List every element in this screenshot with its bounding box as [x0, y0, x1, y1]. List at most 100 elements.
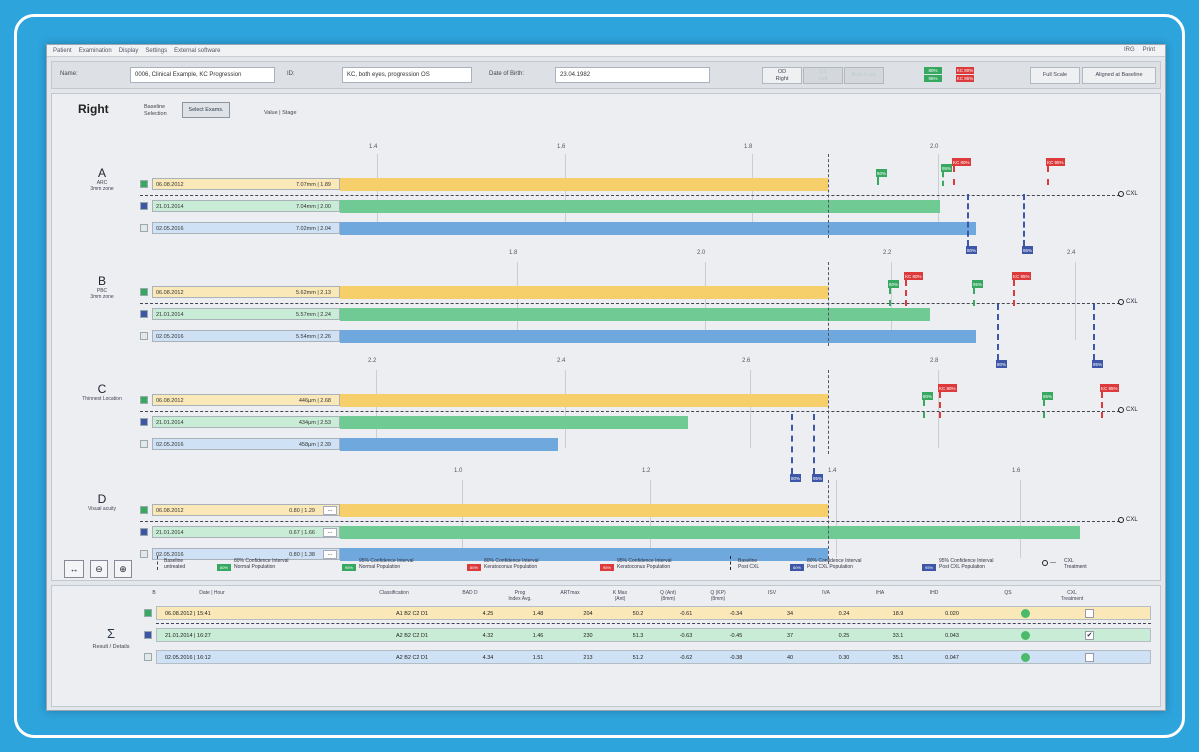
baseline-checkbox[interactable] — [140, 506, 148, 514]
confidence-flag-r80: KC 80% — [952, 158, 971, 166]
legend-swatch-95-normal: 95% — [342, 564, 356, 571]
mini-flag-red-80: KC 80% — [956, 67, 974, 74]
cxl-label: CXL — [1126, 517, 1138, 523]
table-row[interactable]: 21.01.2014 | 16:27 A2 B2 C2 D1 4.32 1.46 230… — [156, 628, 1151, 642]
exam-row-label: 02.05.2016 458µm | 2.39 — [152, 438, 340, 450]
baseline-checkbox[interactable] — [140, 396, 148, 404]
both-eyes-button[interactable]: Both Eyes — [844, 67, 884, 84]
exam-row-label: 06.08.2012 5.62mm | 2.13 — [152, 286, 340, 298]
confidence-flag-pole — [1043, 400, 1045, 418]
baseline-checkbox[interactable] — [140, 310, 148, 318]
menu-external-software[interactable]: External software — [174, 48, 220, 54]
dob-field[interactable]: 23.04.1982 — [555, 67, 710, 83]
od-right-button[interactable]: OD Right — [762, 67, 802, 84]
id-field[interactable]: KC, both eyes, progression OS — [342, 67, 472, 83]
axis-gridline — [377, 154, 378, 232]
exam-value-stage: 0.67 | 1.66 — [289, 530, 315, 536]
menu-examination[interactable]: Examination — [79, 48, 112, 54]
confidence-flag-pole — [967, 194, 969, 246]
exam-value-stage: 5.62mm | 2.13 — [295, 290, 331, 296]
legend-baseline-post: Baseline Post CXL — [738, 558, 760, 570]
section-subtitle: ARC 3mm zone — [90, 180, 114, 192]
mini-flag-green-80: 80% — [924, 67, 942, 74]
confidence-flag-pole — [939, 392, 941, 418]
exam-value-bar — [340, 286, 828, 299]
axis-gridline — [705, 262, 706, 340]
axis-gridline — [462, 480, 463, 558]
results-baseline-checkbox[interactable] — [144, 609, 152, 617]
details-button[interactable]: ... — [323, 506, 337, 515]
table-row[interactable]: 06.08.2012 | 15:41 A1 B2 C2 D1 4.25 1.48 204… — [156, 606, 1151, 620]
baseline-checkbox[interactable] — [140, 224, 148, 232]
exam-row-label: 02.05.2016 5.54mm | 2.26 — [152, 330, 340, 342]
table-cell: 33.1 — [892, 633, 904, 639]
results-baseline-checkbox[interactable] — [144, 631, 152, 639]
menu-print[interactable]: Print — [1143, 47, 1155, 53]
results-panel: Σ Result / Details B Date | Hour Classific… — [51, 585, 1161, 707]
exam-date: 06.08.2012 — [156, 398, 184, 404]
baseline-checkbox[interactable] — [140, 440, 148, 448]
section-subtitle: Thinnest Location — [82, 396, 122, 402]
table-cell: -0.34 — [729, 611, 743, 617]
exam-date: 21.01.2014 — [156, 312, 184, 318]
results-baseline-checkbox[interactable] — [144, 653, 152, 661]
cxl-treatment-checkbox[interactable] — [1085, 653, 1094, 662]
baseline-checkbox[interactable] — [140, 202, 148, 210]
confidence-flag-pole — [813, 414, 815, 474]
baseline-checkbox[interactable] — [140, 528, 148, 536]
table-cell: 34 — [786, 611, 794, 617]
baseline-checkbox[interactable] — [140, 180, 148, 188]
table-cell: 0.047 — [945, 655, 959, 661]
cxl-treatment-checkbox[interactable]: ✔ — [1085, 631, 1094, 640]
baseline-checkbox[interactable] — [140, 332, 148, 340]
results-column-header: QS — [1004, 590, 1012, 596]
exam-value-stage: 5.57mm | 2.24 — [295, 312, 331, 318]
confidence-flag-g80: 80% — [922, 392, 934, 400]
results-column-header: ISV — [767, 590, 777, 596]
menu-display[interactable]: Display — [119, 48, 139, 54]
exam-value-stage: 7.02mm | 2.04 — [295, 226, 331, 232]
table-cell: A2 B2 C2 D1 — [395, 655, 429, 661]
axis-tick-label: 2.6 — [742, 358, 751, 364]
baseline-checkbox[interactable] — [140, 288, 148, 296]
cxl-circle-icon — [1118, 517, 1124, 523]
axis-gridline — [517, 262, 518, 340]
axis-gridline — [891, 262, 892, 340]
details-button[interactable]: ... — [323, 528, 337, 537]
table-cell: 21.01.2014 | 16:27 — [165, 633, 211, 639]
exam-value-stage: 434µm | 2.53 — [298, 420, 331, 426]
os-left-button[interactable]: OS Left — [803, 67, 843, 84]
table-cell: 0.020 — [945, 611, 959, 617]
menu-irg[interactable]: IRG — [1124, 47, 1135, 53]
cxl-marker: CXL — [1118, 191, 1138, 197]
baseline-checkbox[interactable] — [140, 418, 148, 426]
exam-row-label: 02.05.2016 7.02mm | 2.04 — [152, 222, 340, 234]
cxl-baseline-line — [140, 521, 1120, 522]
results-column-header: IVA — [822, 590, 830, 596]
confidence-flag-b95: 95% — [1022, 246, 1034, 254]
progression-chart-panel: Right Baseline Selection Select Exams. V… — [51, 93, 1161, 581]
axis-tick-label: 1.6 — [557, 144, 566, 150]
exam-value-stage: 5.54mm | 2.26 — [295, 334, 331, 340]
legend-swatch-80-normal: 80% — [217, 564, 231, 571]
cxl-label: CXL — [1126, 407, 1138, 413]
baseline-untreated-marker — [157, 556, 158, 570]
section-letter: C — [97, 382, 107, 396]
name-field[interactable]: 0006, Clinical Example, KC Progression — [130, 67, 275, 83]
table-row[interactable]: 02.05.2016 | 16:12 A2 B2 C2 D1 4.34 1.51 213… — [156, 650, 1151, 664]
aligned-at-baseline-button[interactable]: Aligned at Baseline — [1082, 67, 1156, 84]
exam-value-bar — [340, 504, 828, 517]
confidence-flag-g80: 80% — [876, 169, 888, 177]
select-exams-button[interactable]: Select Exams. — [182, 102, 230, 118]
menu-patient[interactable]: Patient — [53, 48, 72, 54]
axis-tick-label: 2.0 — [930, 144, 939, 150]
cxl-treatment-checkbox[interactable] — [1085, 609, 1094, 618]
table-cell: -0.62 — [679, 655, 693, 661]
confidence-flag-pole — [1047, 166, 1049, 185]
axis-gridline — [1020, 480, 1021, 558]
axis-tick-label: 2.2 — [368, 358, 377, 364]
menu-settings[interactable]: Settings — [145, 48, 167, 54]
axis-tick-label: 1.8 — [744, 144, 753, 150]
full-scale-button[interactable]: Full Scale — [1030, 67, 1080, 84]
axis-gridline — [376, 370, 377, 448]
